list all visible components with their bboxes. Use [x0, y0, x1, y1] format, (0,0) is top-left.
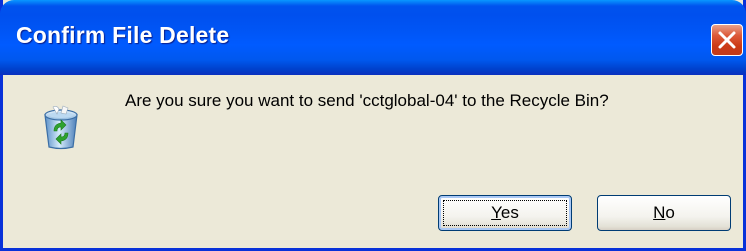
yes-button[interactable]: Yes — [438, 195, 572, 231]
recycle-bin-icon — [44, 105, 78, 150]
confirm-message: Are you sure you want to send 'cctglobal… — [125, 91, 609, 110]
confirm-file-delete-dialog: Confirm File Delete Are you sure you wan… — [0, 0, 746, 251]
title-bar[interactable]: Confirm File Delete — [0, 0, 746, 75]
window-title: Confirm File Delete — [16, 22, 230, 48]
no-mnemonic: N — [653, 203, 666, 222]
yes-mnemonic: Y — [491, 203, 501, 222]
close-button[interactable] — [711, 24, 743, 56]
yes-label-rest: es — [500, 203, 519, 222]
dialog-body: Are you sure you want to send 'cctglobal… — [3, 75, 743, 248]
no-label-rest: o — [665, 203, 675, 222]
no-button[interactable]: No — [597, 195, 731, 231]
close-icon — [718, 31, 736, 49]
